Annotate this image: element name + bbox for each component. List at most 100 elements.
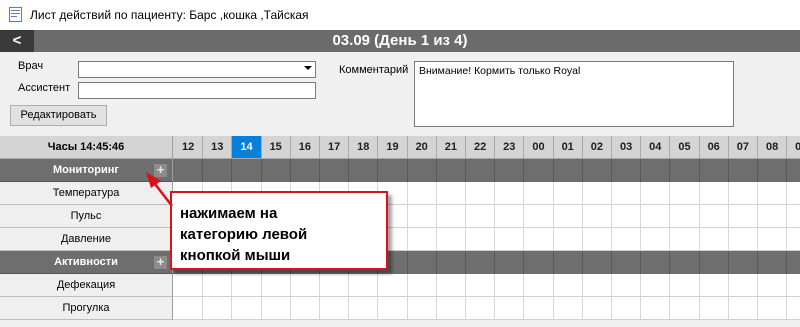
hour-header-cell[interactable]: 16 — [291, 136, 320, 158]
schedule-cell[interactable] — [670, 182, 700, 205]
schedule-cell[interactable] — [495, 274, 525, 297]
schedule-cell[interactable] — [670, 159, 700, 182]
schedule-cell[interactable] — [349, 297, 379, 320]
assistant-field[interactable] — [78, 82, 316, 99]
schedule-cell[interactable] — [612, 251, 642, 274]
hour-header-cell[interactable]: 22 — [466, 136, 496, 158]
hour-header-cell[interactable]: 17 — [320, 136, 350, 158]
schedule-cell[interactable] — [641, 228, 671, 251]
add-icon[interactable]: + — [154, 255, 167, 269]
schedule-cell[interactable] — [700, 205, 729, 228]
chevron-down-icon[interactable] — [304, 66, 312, 70]
schedule-cell[interactable] — [787, 251, 800, 274]
schedule-cell[interactable] — [408, 251, 437, 274]
hour-header-cell[interactable]: 19 — [378, 136, 408, 158]
schedule-cell[interactable] — [729, 297, 758, 320]
schedule-cell[interactable] — [612, 228, 642, 251]
hour-header-cell[interactable]: 08 — [758, 136, 788, 158]
schedule-cell[interactable] — [758, 251, 788, 274]
schedule-cell[interactable] — [758, 228, 788, 251]
schedule-cell[interactable] — [641, 251, 671, 274]
schedule-cell[interactable] — [641, 159, 671, 182]
schedule-cell[interactable] — [524, 297, 554, 320]
schedule-cell[interactable] — [524, 251, 554, 274]
schedule-cell[interactable] — [583, 274, 612, 297]
schedule-cell[interactable] — [758, 274, 788, 297]
schedule-cell[interactable] — [554, 182, 583, 205]
schedule-cell[interactable] — [583, 297, 612, 320]
schedule-cell[interactable] — [554, 251, 583, 274]
hour-header-cell[interactable]: 07 — [729, 136, 758, 158]
schedule-cell[interactable] — [554, 274, 583, 297]
schedule-cell[interactable] — [495, 297, 525, 320]
schedule-cell[interactable] — [408, 297, 437, 320]
schedule-cell[interactable] — [670, 297, 700, 320]
schedule-cell[interactable] — [612, 274, 642, 297]
schedule-cell[interactable] — [524, 205, 554, 228]
action-label[interactable]: Прогулка — [0, 297, 173, 320]
schedule-cell[interactable] — [787, 274, 800, 297]
schedule-cell[interactable] — [378, 159, 408, 182]
schedule-cell[interactable] — [232, 274, 262, 297]
schedule-cell[interactable] — [670, 205, 700, 228]
schedule-cell[interactable] — [291, 297, 320, 320]
schedule-cell[interactable] — [232, 297, 262, 320]
schedule-cell[interactable] — [612, 297, 642, 320]
schedule-cell[interactable] — [378, 274, 408, 297]
schedule-cell[interactable] — [700, 228, 729, 251]
schedule-cell[interactable] — [466, 182, 496, 205]
schedule-cell[interactable] — [437, 274, 466, 297]
schedule-cell[interactable] — [174, 159, 204, 182]
schedule-cell[interactable] — [524, 159, 554, 182]
schedule-cell[interactable] — [758, 205, 788, 228]
schedule-cell[interactable] — [466, 274, 496, 297]
schedule-cell[interactable] — [349, 159, 379, 182]
schedule-cell[interactable] — [787, 205, 800, 228]
schedule-cell[interactable] — [437, 159, 466, 182]
schedule-cell[interactable] — [787, 228, 800, 251]
schedule-cell[interactable] — [641, 182, 671, 205]
schedule-cell[interactable] — [408, 274, 437, 297]
schedule-cell[interactable] — [320, 297, 350, 320]
schedule-cell[interactable] — [583, 205, 612, 228]
schedule-cell[interactable] — [437, 297, 466, 320]
hour-header-cell[interactable]: 02 — [583, 136, 612, 158]
schedule-cell[interactable] — [758, 297, 788, 320]
schedule-cell[interactable] — [203, 297, 233, 320]
add-icon[interactable]: + — [154, 163, 167, 177]
hour-header-cell[interactable]: 00 — [524, 136, 554, 158]
schedule-cell[interactable] — [524, 228, 554, 251]
schedule-cell[interactable] — [408, 182, 437, 205]
schedule-cell[interactable] — [583, 182, 612, 205]
schedule-cell[interactable] — [641, 297, 671, 320]
schedule-cell[interactable] — [495, 182, 525, 205]
schedule-cell[interactable] — [466, 228, 496, 251]
schedule-cell[interactable] — [729, 159, 758, 182]
schedule-cell[interactable] — [670, 251, 700, 274]
schedule-cell[interactable] — [583, 251, 612, 274]
schedule-cell[interactable] — [495, 205, 525, 228]
schedule-cell[interactable] — [700, 274, 729, 297]
schedule-cell[interactable] — [729, 182, 758, 205]
hour-header-cell[interactable]: 13 — [203, 136, 233, 158]
schedule-cell[interactable] — [787, 182, 800, 205]
schedule-cell[interactable] — [291, 159, 320, 182]
schedule-cell[interactable] — [408, 205, 437, 228]
hour-header-cell[interactable]: 04 — [641, 136, 671, 158]
schedule-cell[interactable] — [495, 159, 525, 182]
schedule-cell[interactable] — [466, 159, 496, 182]
schedule-cell[interactable] — [437, 182, 466, 205]
hour-header-cell[interactable]: 23 — [495, 136, 525, 158]
schedule-cell[interactable] — [437, 251, 466, 274]
schedule-cell[interactable] — [758, 182, 788, 205]
schedule-cell[interactable] — [203, 159, 233, 182]
edit-button[interactable]: Редактировать — [10, 105, 107, 126]
doctor-select[interactable] — [78, 61, 316, 78]
schedule-cell[interactable] — [700, 182, 729, 205]
schedule-cell[interactable] — [174, 274, 204, 297]
hour-header-cell[interactable]: 06 — [700, 136, 729, 158]
schedule-cell[interactable] — [437, 228, 466, 251]
schedule-cell[interactable] — [641, 205, 671, 228]
hour-header-cell[interactable]: 12 — [174, 136, 204, 158]
schedule-cell[interactable] — [612, 182, 642, 205]
